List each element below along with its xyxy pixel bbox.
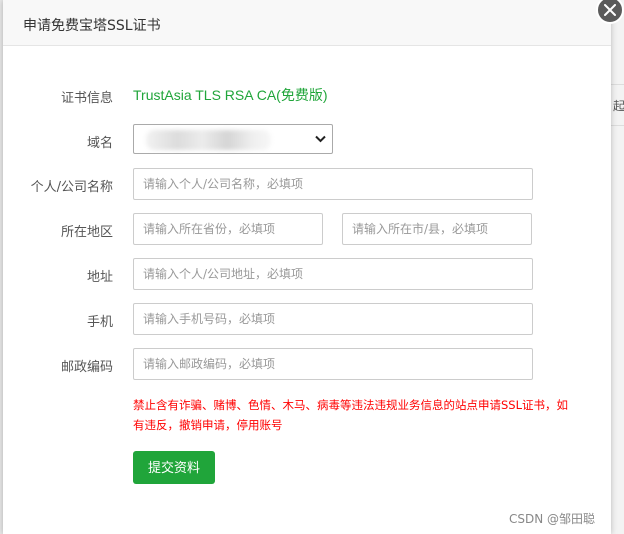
- postcode-label: 邮政编码: [60, 360, 113, 375]
- cert-info-value: TrustAsia TLS RSA CA(免费版): [133, 87, 328, 103]
- name-input[interactable]: [133, 168, 533, 200]
- phone-label: 手机: [86, 315, 113, 330]
- background-page: 起路: [611, 0, 624, 534]
- phone-input[interactable]: [133, 303, 533, 335]
- dialog-header: 申请免费宝塔SSL证书: [3, 0, 611, 46]
- watermark: CSDN @邹田聪: [509, 512, 596, 526]
- name-label: 个人/公司名称: [30, 180, 113, 195]
- submit-button[interactable]: 提交资料: [133, 451, 215, 484]
- city-input[interactable]: [342, 213, 532, 245]
- domain-select[interactable]: [133, 124, 333, 154]
- postcode-input[interactable]: [133, 348, 533, 380]
- region-label: 所在地区: [60, 225, 113, 240]
- domain-value-redacted: [146, 130, 271, 150]
- chevron-down-icon: [315, 135, 326, 143]
- domain-label: 域名: [86, 136, 113, 151]
- dialog-title: 申请免费宝塔SSL证书: [23, 18, 161, 34]
- warning-notice: 禁止含有诈骗、赌博、色情、木马、病毒等违法违规业务信息的站点申请SSL证书，如有…: [133, 398, 569, 432]
- background-divider: [611, 125, 624, 126]
- cert-info-label: 证书信息: [60, 91, 113, 106]
- close-icon: [604, 4, 616, 16]
- background-text: 起路: [613, 99, 624, 113]
- background-divider: [611, 84, 624, 85]
- province-input[interactable]: [133, 213, 323, 245]
- address-label: 地址: [86, 270, 113, 285]
- address-input[interactable]: [133, 258, 533, 290]
